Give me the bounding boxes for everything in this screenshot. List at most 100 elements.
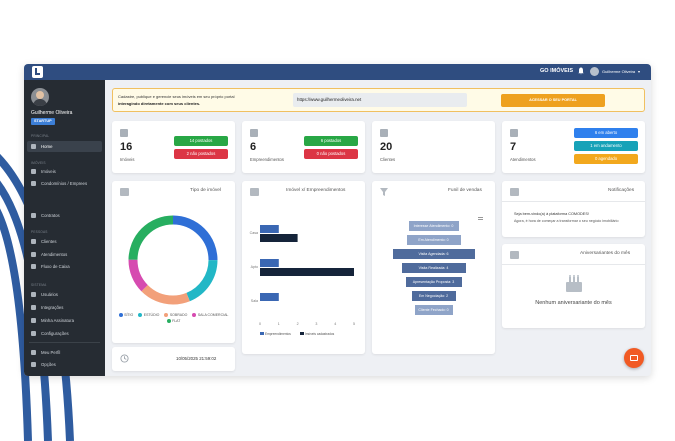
portal-banner: Cadastre, publique e gerencie seus imóve… xyxy=(112,88,645,112)
house-chart-icon xyxy=(120,188,129,196)
building-chart-icon xyxy=(250,188,259,196)
empty-birthday-message: Nenhum aniversariante do mês xyxy=(535,300,612,306)
sidebar-item-home[interactable]: Home xyxy=(31,142,52,150)
x-tick-label: 5 xyxy=(353,322,355,326)
sidebar-item-condominios[interactable]: Condomínios / Emprees xyxy=(31,179,87,187)
x-tick-label: 2 xyxy=(297,322,299,326)
panel-aniversariantes: Aniversariantes do mês Nenhum aniversari… xyxy=(502,244,645,328)
sidebar-item-atendimentos[interactable]: Atendimentos xyxy=(31,250,67,258)
stat-card-clientes[interactable]: 20 Clientes xyxy=(372,121,495,173)
bar[interactable] xyxy=(260,225,279,233)
legend-swatch xyxy=(138,313,143,317)
not-posted-badge[interactable]: 0 não postados xyxy=(304,149,358,159)
bar[interactable] xyxy=(260,268,354,276)
user-avatar[interactable] xyxy=(590,67,599,76)
message-fab-button[interactable] xyxy=(624,348,644,368)
stat-value: 7 xyxy=(510,141,517,153)
card-icon xyxy=(31,317,36,323)
divider xyxy=(502,201,645,202)
sidebar-section-label: SISTEMA xyxy=(31,283,47,287)
legend-label: ESTÚDIO xyxy=(143,313,160,317)
legend-swatch xyxy=(260,332,264,335)
topbar-user-name[interactable]: Guilherme Oliveira xyxy=(602,69,635,74)
home-icon xyxy=(120,129,128,137)
clock-icon xyxy=(120,354,129,363)
legend-item[interactable]: FLAT xyxy=(166,319,181,323)
bar[interactable] xyxy=(260,293,279,301)
sidebar-item-meu-perfil[interactable]: Meu Perfil xyxy=(31,348,60,356)
legend-swatch xyxy=(192,313,197,317)
notification-title[interactable]: Seja bem-vindo(a) à plataforma COMODES! xyxy=(514,212,589,216)
y-tick-label: Casa xyxy=(250,231,258,235)
x-tick-label: 4 xyxy=(334,322,336,326)
stat-value: 16 xyxy=(120,141,133,153)
cash-icon xyxy=(31,263,36,269)
legend-label[interactable]: Empreendimentos xyxy=(265,332,291,336)
legend-item[interactable]: SALA COMERCIAL xyxy=(192,313,228,317)
sidebar-section-label: PESSOAS xyxy=(31,230,48,234)
sidebar-item-configuracoes[interactable]: Configurações xyxy=(31,329,69,337)
x-tick-label: 0 xyxy=(259,322,261,326)
funnel-stage[interactable]: Apresentação Proposta: 3 xyxy=(405,277,462,287)
current-datetime: 10/05/2025 21:59:02 xyxy=(176,356,217,361)
phone-icon xyxy=(31,251,36,257)
legend-item[interactable]: ESTÚDIO xyxy=(138,313,159,317)
sidebar-item-clientes[interactable]: Clientes xyxy=(31,237,57,245)
legend-swatch xyxy=(118,313,123,317)
y-tick-label: Apto xyxy=(251,265,258,269)
panel-notificacoes: Notificações Seja bem-vindo(a) à platafo… xyxy=(502,181,645,237)
gear-icon xyxy=(31,330,36,336)
sidebar-item-assinatura[interactable]: Minha Assinatura xyxy=(31,316,74,324)
funnel-stage[interactable]: Em Negociação: 2 xyxy=(411,291,456,301)
bar[interactable] xyxy=(260,234,298,242)
x-tick-label: 3 xyxy=(315,322,317,326)
sidebar-section-label: PRINCIPAL xyxy=(31,134,50,138)
sidebar-item-opcoes[interactable]: Opções xyxy=(31,360,56,368)
open-badge[interactable]: 6 em aberto xyxy=(574,128,638,138)
headset-icon xyxy=(510,129,518,137)
sidebar-item-imoveis[interactable]: Imóveis xyxy=(31,167,56,175)
sidebar-item-integracoes[interactable]: Integrações xyxy=(31,303,63,311)
funnel-stage[interactable]: Visita Realizada: 4 xyxy=(401,263,466,273)
legend-swatch xyxy=(164,313,169,317)
in-progress-badge[interactable]: 1 em andamento xyxy=(574,141,638,151)
bar[interactable] xyxy=(260,259,279,267)
funnel-stage[interactable]: Cliente Fechado: 0 xyxy=(414,305,453,315)
legend-item[interactable]: SÍTIO xyxy=(118,313,134,317)
envelope-icon xyxy=(630,355,638,361)
access-portal-button[interactable]: ACESSAR O SEU PORTAL xyxy=(501,94,605,107)
bell-icon[interactable] xyxy=(578,67,584,75)
banner-text-bold: interagindo diretamente com seus cliente… xyxy=(118,101,201,106)
funnel-stage[interactable]: Visita Agendada: 6 xyxy=(392,249,475,259)
users-icon xyxy=(31,238,36,244)
banner-text: Cadastre, publique e gerencie seus imóve… xyxy=(118,94,235,99)
stat-card-atendimentos[interactable]: 7 Atendimentos 6 em aberto 1 em andament… xyxy=(502,121,645,173)
legend-item[interactable]: SOBRADO xyxy=(164,313,187,317)
posted-badge[interactable]: 14 postados xyxy=(174,136,228,146)
funnel-stage[interactable]: Interesse Atendimento: 0 xyxy=(408,221,459,231)
sidebar-item-contratos[interactable]: Contratos xyxy=(31,211,60,219)
not-posted-badge[interactable]: 2 não postados xyxy=(174,149,228,159)
legend-label[interactable]: Imóveis cadastrados xyxy=(305,332,335,336)
stat-value: 6 xyxy=(250,141,257,153)
sidebar-item-fluxo-de-caixa[interactable]: Fluxo de Caixa xyxy=(31,262,70,270)
legend-label: SÍTIO xyxy=(124,313,134,317)
stat-value: 20 xyxy=(380,141,393,153)
cake-icon xyxy=(566,275,582,292)
posted-badge[interactable]: 6 postados xyxy=(304,136,358,146)
stat-card-empreendimentos[interactable]: 6 Empreendimentos 6 postados 0 não posta… xyxy=(242,121,365,173)
stat-card-imoveis[interactable]: 16 Imóveis 14 postados 2 não postados xyxy=(112,121,235,173)
menu-icon[interactable] xyxy=(478,217,483,220)
bar-chart: Casa Apto Sala 0 1 2 3 4 5 Empreendimentos Imóveis… xyxy=(250,225,355,336)
scheduled-badge[interactable]: 0 agendado xyxy=(574,154,638,164)
chevron-down-icon[interactable]: ▾ xyxy=(638,69,640,74)
legend-label: FLAT xyxy=(172,319,181,323)
brand-name: GO IMÓVEIS xyxy=(540,68,574,74)
app-logo-icon[interactable] xyxy=(32,66,43,78)
user-icon xyxy=(31,291,36,297)
sidebar-item-usuarios[interactable]: Usuários xyxy=(31,290,58,298)
panel-funil-vendas: Funil de vendas Interesse Atendimento: 0… xyxy=(372,181,495,354)
portal-url-field[interactable]: https://www.guilhermeoliveira.net xyxy=(293,93,467,107)
divider xyxy=(29,342,100,343)
funnel-stage[interactable]: Em Atendimento: 0 xyxy=(406,235,461,245)
